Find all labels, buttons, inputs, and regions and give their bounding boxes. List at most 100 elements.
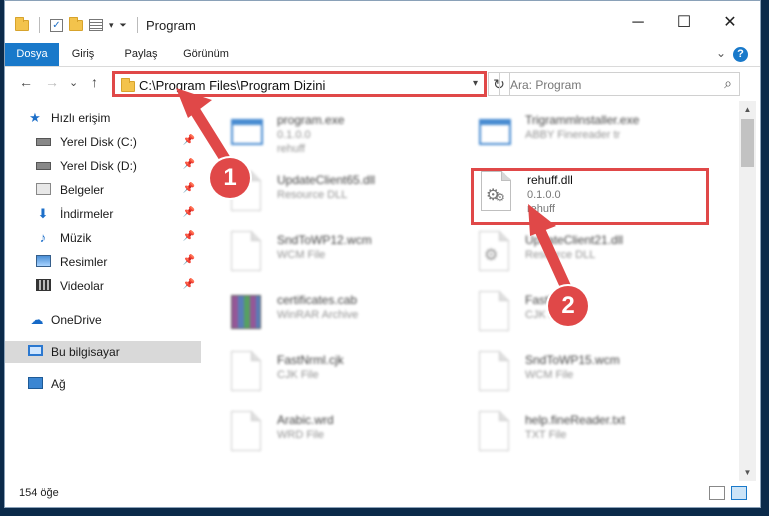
search-placeholder: Ara: Program [510,78,582,92]
properties-icon[interactable] [89,19,103,31]
maximize-button[interactable]: ☐ [661,9,707,37]
chevron-down-icon[interactable]: ▾ [109,20,114,31]
sidebar-item-onedrive[interactable]: ☁ OneDrive [5,309,201,331]
search-input[interactable]: Ara: Program ⌕ [499,72,740,96]
pin-icon[interactable]: 📌 [183,135,195,146]
details-view-icon[interactable] [709,486,725,500]
search-icon: ⌕ [724,75,732,91]
callout-1: 1 [210,158,250,198]
sidebar-item-pictures[interactable]: Resimler 📌 [5,251,201,273]
sidebar-item-documents[interactable]: Belgeler 📌 [5,179,201,201]
list-item[interactable]: FastNml CJK File [469,287,709,345]
sidebar-item-label: Videolar [60,279,104,293]
scroll-up-icon[interactable]: ▲ [739,101,756,118]
highlight-box [471,168,709,225]
sidebar-item-local-disk-d[interactable]: Yerel Disk (D:) 📌 [5,155,201,177]
tab-dosya[interactable]: Dosya [5,43,59,66]
list-item[interactable]: SndToWP12.wcm WCM File [221,227,461,285]
file-name: SndToWP12.wcm [277,233,372,247]
navigation-pane: ★ Hızlı erişim Yerel Disk (C:) 📌 Yerel D… [5,101,201,481]
file-detail: WCM File [525,369,574,381]
sidebar-item-label: OneDrive [51,313,102,327]
tab-paylas[interactable]: Paylaş [119,43,163,66]
file-detail: WRD File [277,429,325,441]
chevron-down-icon[interactable]: ▾ [473,78,478,89]
help-icon[interactable]: ? [733,47,748,62]
sidebar-item-downloads[interactable]: ⬇ İndirmeler 📌 [5,203,201,225]
pin-icon[interactable]: 📌 [183,231,195,242]
file-detail: rehuff [277,143,305,155]
new-folder-icon[interactable] [69,16,83,31]
list-item[interactable]: Trigrammlnstaller.exe ABBY Finereader tr [469,107,709,165]
pin-icon[interactable]: 📌 [183,279,195,290]
window-title: Program [146,18,196,33]
list-item[interactable]: FastNrml.cjk CJK File [221,347,461,405]
exe-icon [231,111,265,155]
address-text: C:\Program Files\Program Dizini [139,78,326,93]
pin-icon[interactable]: 📌 [183,183,195,194]
pin-icon[interactable]: 📌 [183,159,195,170]
chevron-down-icon[interactable]: ⌄ [716,46,726,60]
minimize-button[interactable]: ─ [615,9,661,37]
tab-giris[interactable]: Giriş [63,43,103,66]
list-item[interactable]: Arabic.wrd WRD File [221,407,461,465]
sidebar-item-label: Müzik [60,231,92,245]
list-item[interactable]: ⚙ UpdateClient21.dll Resource DLL [469,227,709,285]
document-icon [231,411,265,455]
check-icon[interactable]: ✓ [50,18,63,32]
sidebar-item-local-disk-c[interactable]: Yerel Disk (C:) 📌 [5,131,201,153]
list-item[interactable]: help.fineReader.txt TXT File [469,407,709,465]
winrar-icon [231,291,265,335]
file-detail: ABBY Finereader tr [525,129,621,141]
large-icons-view-icon[interactable] [731,486,747,500]
document-icon [479,351,513,395]
recent-locations-button[interactable]: ⌄ [69,76,78,89]
folder-icon [15,16,29,31]
file-list: program.exe 0.1.0.0 rehuff Trigrammlnsta… [201,101,739,481]
pin-icon[interactable]: 📌 [183,207,195,218]
file-name: FastNrml.cjk [277,353,344,367]
sidebar-item-label: Ağ [51,377,66,391]
file-name: UpdateClient65.dll [277,173,376,187]
file-detail: WCM File [277,249,326,261]
drive-icon [35,159,51,173]
navigation-bar: ← → ⌄ ↑ C:\Program Files\Program Dizini … [5,67,760,101]
pin-icon[interactable]: 📌 [183,255,195,266]
sidebar-item-label: Resimler [60,255,108,269]
dll-gear-icon: ⚙ [479,231,513,275]
list-item[interactable]: SndToWP15.wcm WCM File [469,347,709,405]
videos-icon [35,279,51,293]
star-icon: ★ [29,110,41,125]
music-icon: ♪ [39,230,47,245]
sidebar-item-label: Yerel Disk (D:) [60,159,137,173]
forward-button[interactable]: → [45,74,59,90]
address-bar[interactable]: C:\Program Files\Program Dizini ▾ [112,71,487,97]
sidebar-item-this-pc[interactable]: Bu bilgisayar [5,341,201,363]
vertical-scrollbar[interactable]: ▲ ▼ [739,101,756,481]
customize-toolbar-icon[interactable]: ⏷ [120,20,127,31]
list-item[interactable]: UpdateClient65.dll Resource DLL [221,167,461,225]
sidebar-item-network[interactable]: Ağ [5,373,201,395]
scroll-thumb[interactable] [741,119,754,167]
scroll-down-icon[interactable]: ▼ [739,464,756,481]
list-item[interactable]: certificates.cab WinRAR Archive [221,287,461,345]
download-icon: ⬇ [37,206,49,221]
sidebar-item-label: Hızlı erişim [51,111,111,125]
file-detail: Resource DLL [277,189,348,201]
tab-gorunum[interactable]: Görünüm [177,43,235,66]
this-pc-icon [27,345,43,359]
file-name: SndToWP15.wcm [525,353,620,367]
close-button[interactable]: ✕ [707,9,753,37]
up-button[interactable]: ↑ [91,74,98,90]
drive-icon [35,135,51,149]
sidebar-item-videos[interactable]: Videolar 📌 [5,275,201,297]
title-bar: ✓ ▾ ⏷ Program ─ ☐ ✕ [5,1,760,43]
sidebar-item-label: İndirmeler [60,207,114,221]
list-item[interactable]: program.exe 0.1.0.0 rehuff [221,107,461,165]
sidebar-item-music[interactable]: ♪ Müzik 📌 [5,227,201,249]
back-button[interactable]: ← [19,74,33,90]
file-name: help.fineReader.txt [525,413,626,427]
sidebar-item-quick-access[interactable]: ★ Hızlı erişim [5,107,201,129]
onedrive-icon: ☁ [30,312,44,327]
file-name: UpdateClient21.dll [525,233,624,247]
